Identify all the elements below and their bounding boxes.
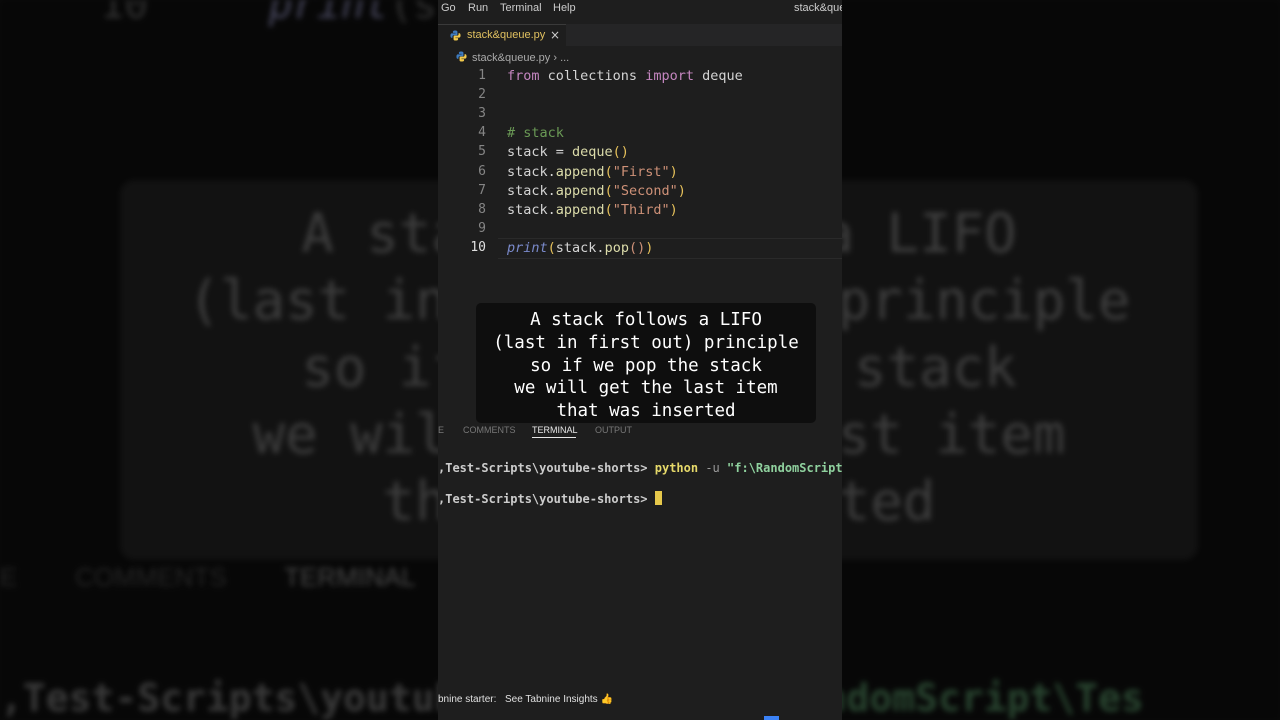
line-number: 9 bbox=[478, 220, 486, 236]
close-icon[interactable]: × bbox=[550, 28, 560, 42]
code-token: "First" bbox=[612, 163, 670, 180]
code-line[interactable]: # stack bbox=[507, 125, 564, 141]
tab-problems[interactable]: E bbox=[438, 425, 444, 435]
code-token: ( bbox=[604, 182, 613, 199]
code-token: append bbox=[555, 201, 605, 218]
line-number: 1 bbox=[478, 68, 486, 83]
line-number: 8 bbox=[478, 201, 486, 217]
code-line[interactable]: from collections import deque bbox=[507, 68, 743, 84]
line-number: 3 bbox=[478, 106, 486, 122]
line-number: 5 bbox=[478, 144, 486, 160]
code-token: stack. bbox=[507, 201, 556, 218]
terminal-cursor bbox=[654, 491, 662, 505]
terminal-prompt: ,Test-Scripts\youtube-shorts> bbox=[438, 492, 655, 506]
code-token: ) bbox=[669, 201, 678, 218]
code-line[interactable]: print(stack.pop()) bbox=[507, 240, 653, 256]
tabnine-status[interactable]: bnine starter: bbox=[438, 694, 496, 705]
terminal-line[interactable]: ,Test-Scripts\youtube-shorts> bbox=[438, 491, 662, 506]
tab-bar: stack&queue.py × bbox=[438, 24, 842, 47]
python-file-icon bbox=[450, 30, 461, 41]
line-number: 6 bbox=[478, 163, 486, 179]
code-token: () bbox=[628, 239, 646, 256]
code-token: () bbox=[612, 144, 629, 161]
line-number: 7 bbox=[478, 182, 486, 198]
menu-go[interactable]: Go bbox=[441, 2, 456, 14]
caption-line: we will get the last item bbox=[514, 378, 778, 399]
panel-tabs: E COMMENTS TERMINAL OUTPUT bbox=[438, 423, 842, 438]
tab-stack-queue[interactable]: stack&queue.py × bbox=[438, 24, 566, 47]
code-line[interactable]: stack.append("Third") bbox=[507, 202, 678, 218]
breadcrumb-file: stack&queue.py bbox=[472, 52, 551, 64]
line-number: 2 bbox=[478, 87, 486, 103]
code-token: from bbox=[507, 68, 540, 84]
windows-icon bbox=[764, 716, 779, 720]
code-line[interactable]: stack.append("Second") bbox=[507, 183, 686, 199]
menu-help[interactable]: Help bbox=[553, 2, 576, 14]
breadcrumb[interactable]: stack&queue.py › ... bbox=[456, 51, 569, 64]
code-token: "Second" bbox=[612, 182, 678, 199]
terminal-prompt: ,Test-Scripts\youtube-shorts> bbox=[438, 461, 655, 475]
caption-line: so if we pop the stack bbox=[530, 355, 762, 376]
line-number: 4 bbox=[478, 125, 486, 141]
code-token: ( bbox=[604, 163, 613, 180]
tab-label: stack&queue.py bbox=[467, 29, 546, 41]
code-token: collections bbox=[539, 68, 646, 84]
code-line[interactable]: stack = deque() bbox=[507, 144, 629, 160]
caption-line: A stack follows a LIFO bbox=[530, 310, 762, 330]
menu-terminal[interactable]: Terminal bbox=[500, 2, 542, 14]
code-token: stack. bbox=[507, 163, 556, 180]
code-token: stack. bbox=[507, 182, 556, 199]
code-token: ( bbox=[547, 239, 556, 256]
code-token: append bbox=[555, 182, 605, 199]
terminal-line[interactable]: ,Test-Scripts\youtube-shorts> python -u … bbox=[438, 461, 842, 475]
code-token: deque bbox=[572, 144, 613, 161]
terminal-flag: -u bbox=[698, 461, 728, 475]
code-token: stack. bbox=[555, 239, 605, 256]
menu-run[interactable]: Run bbox=[468, 2, 488, 14]
code-token: # stack bbox=[507, 125, 564, 142]
code-token: ) bbox=[669, 163, 678, 180]
code-token: stack = bbox=[507, 144, 573, 161]
status-bar: bnine starter: See Tabnine Insights 👍 bbox=[438, 692, 842, 708]
tab-terminal[interactable]: TERMINAL bbox=[532, 425, 578, 435]
code-token: import bbox=[645, 68, 694, 84]
code-token: print bbox=[507, 239, 548, 256]
active-tab-underline bbox=[532, 437, 576, 438]
terminal-argument: "f:\RandomScript\Tes bbox=[727, 461, 842, 475]
line-number: 10 bbox=[470, 239, 486, 255]
caption-line: that was inserted bbox=[556, 401, 736, 422]
code-token: ) bbox=[645, 239, 654, 256]
caption-line: (last in first out) principle bbox=[493, 332, 799, 353]
python-file-icon bbox=[456, 51, 467, 62]
tab-output[interactable]: OUTPUT bbox=[595, 425, 632, 435]
window-title: stack&que bbox=[794, 2, 842, 14]
breadcrumb-ellipsis: ... bbox=[560, 52, 570, 64]
tabnine-insights-link[interactable]: See Tabnine Insights 👍 bbox=[505, 694, 613, 705]
caption-box: A stack follows a LIFO (last in first ou… bbox=[476, 303, 816, 423]
code-token: "Third" bbox=[612, 201, 670, 218]
code-token: ( bbox=[604, 201, 613, 218]
tab-comments[interactable]: COMMENTS bbox=[463, 425, 516, 435]
code-line[interactable]: stack.append("First") bbox=[507, 164, 678, 180]
code-token: pop bbox=[604, 239, 629, 256]
terminal-command: python bbox=[654, 461, 699, 475]
code-token: ) bbox=[677, 182, 686, 199]
code-token: append bbox=[555, 163, 605, 180]
menubar: Go Run Terminal Help stack&que bbox=[438, 0, 842, 18]
code-token: deque bbox=[693, 68, 743, 84]
